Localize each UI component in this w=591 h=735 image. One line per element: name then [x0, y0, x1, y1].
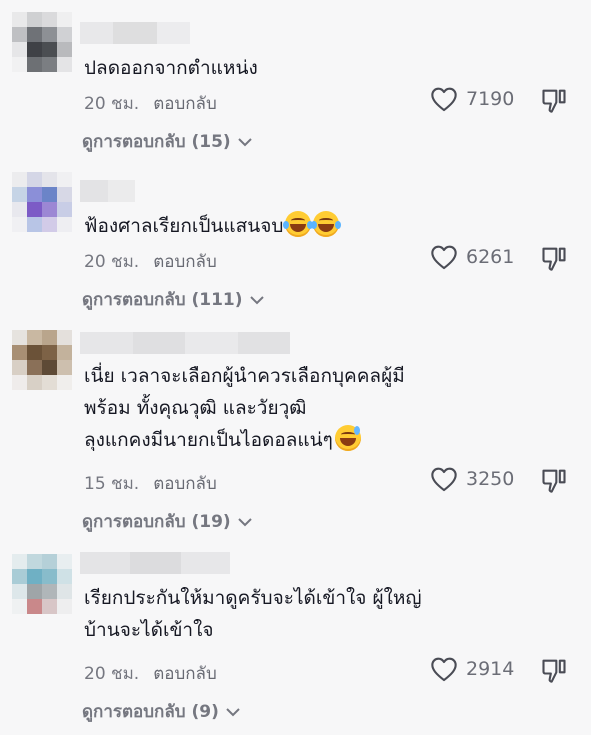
comment-time: 20 ชม. — [84, 252, 140, 272]
comment-meta: 15 ชม. ตอบกลับ — [84, 470, 217, 497]
like-button[interactable]: 6261 — [430, 244, 514, 270]
view-replies-label: ดูการตอบกลับ (19) — [82, 512, 231, 532]
avatar[interactable] — [12, 172, 72, 232]
heart-outline-icon — [431, 245, 457, 270]
avatar[interactable] — [12, 554, 72, 614]
username[interactable] — [80, 22, 190, 44]
grinning-face-with-sweat-icon — [334, 425, 361, 451]
comment-item: ปลดออกจากตำแหน่ง 20 ชม. ตอบกลับ 7190 ดูก… — [0, 0, 591, 164]
comment-text: ฟ้องศาลเรียกเป็นแสนจบ — [84, 210, 574, 242]
like-count: 6261 — [466, 246, 515, 268]
avatar[interactable] — [12, 12, 72, 72]
reply-button[interactable]: ตอบกลับ — [153, 90, 217, 117]
comment-meta: 20 ชม. ตอบกลับ — [84, 660, 217, 687]
comment-time: 15 ชม. — [84, 474, 140, 494]
like-button[interactable]: 3250 — [430, 466, 514, 492]
dislike-button[interactable] — [540, 656, 568, 688]
comment-time: 20 ชม. — [84, 94, 140, 114]
comment-text: ปลดออกจากตำแหน่ง — [84, 52, 574, 84]
reply-button[interactable]: ตอบกลับ — [153, 660, 217, 687]
like-button[interactable]: 7190 — [430, 86, 514, 112]
comment-item: เรียกประกันให้มาดูครับจะได้เข้าใจ ผู้ใหญ… — [0, 544, 591, 735]
comment-text-line: ฟ้องศาลเรียกเป็นแสนจบ — [84, 210, 574, 242]
comment-text-span: ลุงแกคงมีนายกเป็นไอดอลแน่ๆ — [84, 429, 333, 451]
chevron-down-icon — [226, 707, 240, 716]
comment-text-line: บ้านจะได้เข้าใจ — [84, 619, 214, 641]
view-replies-label: ดูการตอบกลับ (15) — [82, 132, 231, 152]
like-count: 7190 — [466, 88, 515, 110]
reply-button[interactable]: ตอบกลับ — [153, 248, 217, 275]
view-replies-label: ดูการตอบกลับ (9) — [82, 702, 219, 722]
view-replies-label: ดูการตอบกลับ (111) — [82, 290, 243, 310]
heart-outline-icon — [431, 657, 457, 682]
reply-button[interactable]: ตอบกลับ — [153, 470, 217, 497]
avatar[interactable] — [12, 330, 72, 390]
comment-time: 20 ชม. — [84, 664, 140, 684]
thumbs-down-icon — [542, 89, 566, 113]
username[interactable] — [80, 332, 290, 354]
view-replies-button[interactable]: ดูการตอบกลับ (111) — [82, 286, 265, 313]
like-button[interactable]: 2914 — [430, 656, 514, 682]
chevron-down-icon — [249, 295, 264, 304]
heart-outline-icon — [431, 467, 457, 492]
chevron-down-icon — [237, 137, 252, 146]
comment-meta: 20 ชม. ตอบกลับ — [84, 248, 217, 275]
comment-text-span: ฟ้องศาลเรียกเป็นแสนจบ — [84, 215, 284, 237]
view-replies-button[interactable]: ดูการตอบกลับ (9) — [82, 698, 241, 725]
like-count: 2914 — [466, 658, 515, 680]
view-replies-button[interactable]: ดูการตอบกลับ (15) — [82, 128, 253, 155]
dislike-button[interactable] — [540, 86, 568, 118]
thumbs-down-icon — [542, 469, 566, 493]
comment-meta: 20 ชม. ตอบกลับ — [84, 90, 217, 117]
dislike-button[interactable] — [540, 466, 568, 498]
username[interactable] — [80, 180, 135, 202]
comment-text-line: พร้อม ทั้งคุณวุฒิ และวัยวุฒิ — [84, 397, 307, 419]
comment-item: ฟ้องศาลเรียกเป็นแสนจบ 20 ชม. ตอบกลับ 626… — [0, 164, 591, 322]
face-with-tears-of-joy-icon — [283, 211, 314, 237]
view-replies-button[interactable]: ดูการตอบกลับ (19) — [82, 508, 253, 535]
chevron-down-icon — [237, 517, 252, 526]
dislike-button[interactable] — [540, 244, 568, 276]
face-with-tears-of-joy-icon — [311, 211, 342, 237]
comment-text-line: ปลดออกจากตำแหน่ง — [84, 57, 258, 79]
comment-text: เนี่ย เวลาจะเลือกผู้นำควรเลือกบุคคลผู้มี… — [84, 360, 574, 456]
like-count: 3250 — [466, 468, 515, 490]
thumbs-down-icon — [542, 247, 566, 271]
heart-outline-icon — [431, 87, 457, 112]
thumbs-down-icon — [542, 659, 566, 683]
comment-text-line: เนี่ย เวลาจะเลือกผู้นำควรเลือกบุคคลผู้มี — [84, 365, 405, 387]
comment-text: เรียกประกันให้มาดูครับจะได้เข้าใจ ผู้ใหญ… — [84, 582, 574, 646]
comment-text-line: เรียกประกันให้มาดูครับจะได้เข้าใจ ผู้ใหญ… — [84, 587, 422, 609]
comment-item: เนี่ย เวลาจะเลือกผู้นำควรเลือกบุคคลผู้มี… — [0, 322, 591, 544]
username[interactable] — [80, 552, 230, 574]
comment-text-line: ลุงแกคงมีนายกเป็นไอดอลแน่ๆ — [84, 424, 574, 456]
